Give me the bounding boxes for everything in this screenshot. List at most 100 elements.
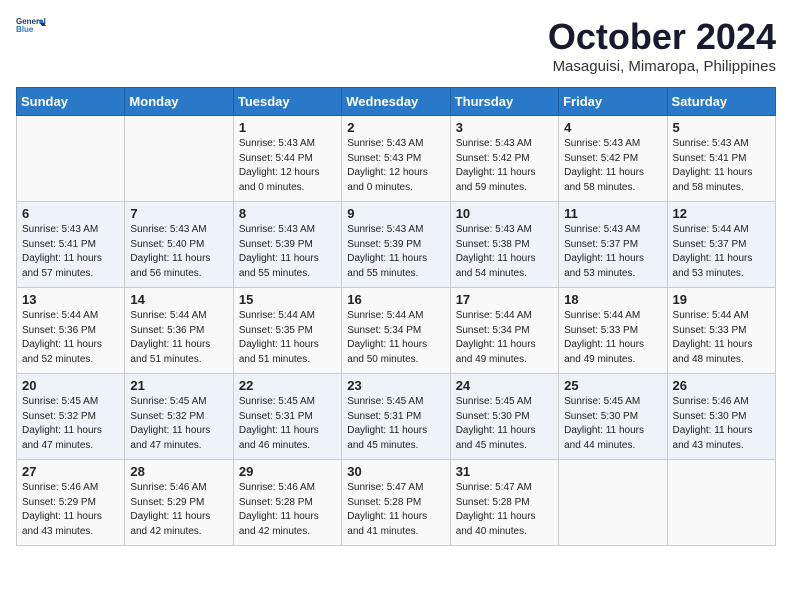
table-row: 30Sunrise: 5:47 AM Sunset: 5:28 PM Dayli…	[342, 460, 450, 546]
table-row: 10Sunrise: 5:43 AM Sunset: 5:38 PM Dayli…	[450, 202, 558, 288]
day-number: 15	[239, 292, 336, 307]
day-number: 20	[22, 378, 119, 393]
day-info: Sunrise: 5:43 AM Sunset: 5:43 PM Dayligh…	[347, 137, 444, 195]
day-number: 2	[347, 120, 444, 135]
day-number: 24	[456, 378, 553, 393]
day-info: Sunrise: 5:46 AM Sunset: 5:30 PM Dayligh…	[673, 395, 770, 453]
svg-text:Blue: Blue	[16, 25, 34, 34]
table-row: 16 Sunrise: 5:44 AM Sunset: 5:34 PM Dayli…	[342, 288, 450, 374]
day-info: Sunrise: 5:46 AM Sunset: 5:29 PM Dayligh…	[22, 481, 119, 539]
table-row: 22 Sunrise: 5:45 AM Sunset: 5:31 PM Dayli…	[233, 374, 341, 460]
table-row: 18Sunrise: 5:44 AM Sunset: 5:33 PM Dayli…	[559, 288, 667, 374]
day-number: 29	[239, 464, 336, 479]
col-saturday: Saturday	[667, 88, 775, 116]
table-row: 2 Sunrise: 5:43 AM Sunset: 5:43 PM Daylig…	[342, 116, 450, 202]
day-info: Sunrise: 5:46 AM Sunset: 5:28 PM Dayligh…	[239, 481, 336, 539]
day-number: 19	[673, 292, 770, 307]
calendar-week-row: 20 Sunrise: 5:45 AM Sunset: 5:32 PM Dayli…	[17, 374, 776, 460]
calendar-week-row: 27Sunrise: 5:46 AM Sunset: 5:29 PM Dayli…	[17, 460, 776, 546]
day-number: 5	[673, 120, 770, 135]
calendar-week-row: 1 Sunrise: 5:43 AM Sunset: 5:44 PM Daylig…	[17, 116, 776, 202]
table-row: 14Sunrise: 5:44 AM Sunset: 5:36 PM Dayli…	[125, 288, 233, 374]
col-monday: Monday	[125, 88, 233, 116]
day-info: Sunrise: 5:47 AM Sunset: 5:28 PM Dayligh…	[456, 481, 553, 539]
day-number: 12	[673, 206, 770, 221]
day-info: Sunrise: 5:44 AM Sunset: 5:34 PM Dayligh…	[456, 309, 553, 367]
day-info: Sunrise: 5:45 AM Sunset: 5:31 PM Dayligh…	[347, 395, 444, 453]
table-row: 15 Sunrise: 5:44 AM Sunset: 5:35 PM Dayli…	[233, 288, 341, 374]
day-info: Sunrise: 5:43 AM Sunset: 5:42 PM Dayligh…	[456, 137, 553, 195]
col-tuesday: Tuesday	[233, 88, 341, 116]
day-number: 31	[456, 464, 553, 479]
day-number: 22	[239, 378, 336, 393]
table-row: 21 Sunrise: 5:45 AM Sunset: 5:32 PM Dayli…	[125, 374, 233, 460]
day-info: Sunrise: 5:43 AM Sunset: 5:42 PM Dayligh…	[564, 137, 661, 195]
table-row	[667, 460, 775, 546]
table-row	[125, 116, 233, 202]
table-row: 27Sunrise: 5:46 AM Sunset: 5:29 PM Dayli…	[17, 460, 125, 546]
day-info: Sunrise: 5:47 AM Sunset: 5:28 PM Dayligh…	[347, 481, 444, 539]
day-info: Sunrise: 5:45 AM Sunset: 5:30 PM Dayligh…	[564, 395, 661, 453]
table-row: 4 Sunrise: 5:43 AM Sunset: 5:42 PM Daylig…	[559, 116, 667, 202]
month-title: October 2024	[548, 16, 776, 58]
table-row: 29 Sunrise: 5:46 AM Sunset: 5:28 PM Dayli…	[233, 460, 341, 546]
col-friday: Friday	[559, 88, 667, 116]
table-row: 6Sunrise: 5:43 AM Sunset: 5:41 PM Daylig…	[17, 202, 125, 288]
day-info: Sunrise: 5:44 AM Sunset: 5:35 PM Dayligh…	[239, 309, 336, 367]
day-info: Sunrise: 5:43 AM Sunset: 5:44 PM Dayligh…	[239, 137, 336, 195]
table-row: 19 Sunrise: 5:44 AM Sunset: 5:33 PM Dayli…	[667, 288, 775, 374]
day-info: Sunrise: 5:45 AM Sunset: 5:32 PM Dayligh…	[130, 395, 227, 453]
day-info: Sunrise: 5:44 AM Sunset: 5:36 PM Dayligh…	[130, 309, 227, 367]
day-number: 6	[22, 206, 119, 221]
day-number: 21	[130, 378, 227, 393]
title-block: October 2024 Masaguisi, Mimaropa, Philip…	[548, 16, 776, 75]
table-row: 9 Sunrise: 5:43 AM Sunset: 5:39 PM Daylig…	[342, 202, 450, 288]
day-number: 23	[347, 378, 444, 393]
day-info: Sunrise: 5:46 AM Sunset: 5:29 PM Dayligh…	[130, 481, 227, 539]
day-info: Sunrise: 5:45 AM Sunset: 5:31 PM Dayligh…	[239, 395, 336, 453]
day-number: 25	[564, 378, 661, 393]
day-number: 18	[564, 292, 661, 307]
day-number: 7	[130, 206, 227, 221]
calendar-table: Sunday Monday Tuesday Wednesday Thursday…	[16, 87, 776, 546]
day-info: Sunrise: 5:45 AM Sunset: 5:30 PM Dayligh…	[456, 395, 553, 453]
day-number: 13	[22, 292, 119, 307]
day-info: Sunrise: 5:43 AM Sunset: 5:40 PM Dayligh…	[130, 223, 227, 281]
table-row: 17 Sunrise: 5:44 AM Sunset: 5:34 PM Dayli…	[450, 288, 558, 374]
col-thursday: Thursday	[450, 88, 558, 116]
day-number: 16	[347, 292, 444, 307]
calendar-week-row: 6Sunrise: 5:43 AM Sunset: 5:41 PM Daylig…	[17, 202, 776, 288]
day-info: Sunrise: 5:43 AM Sunset: 5:39 PM Dayligh…	[239, 223, 336, 281]
day-info: Sunrise: 5:43 AM Sunset: 5:37 PM Dayligh…	[564, 223, 661, 281]
day-number: 3	[456, 120, 553, 135]
day-number: 4	[564, 120, 661, 135]
table-row: 25 Sunrise: 5:45 AM Sunset: 5:30 PM Dayli…	[559, 374, 667, 460]
day-number: 11	[564, 206, 661, 221]
table-row: 26Sunrise: 5:46 AM Sunset: 5:30 PM Dayli…	[667, 374, 775, 460]
table-row: 12Sunrise: 5:44 AM Sunset: 5:37 PM Dayli…	[667, 202, 775, 288]
day-number: 28	[130, 464, 227, 479]
day-number: 9	[347, 206, 444, 221]
logo-icon: General Blue	[16, 16, 46, 34]
table-row: 11 Sunrise: 5:43 AM Sunset: 5:37 PM Dayli…	[559, 202, 667, 288]
table-row: 8Sunrise: 5:43 AM Sunset: 5:39 PM Daylig…	[233, 202, 341, 288]
day-info: Sunrise: 5:43 AM Sunset: 5:38 PM Dayligh…	[456, 223, 553, 281]
table-row: 7 Sunrise: 5:43 AM Sunset: 5:40 PM Daylig…	[125, 202, 233, 288]
table-row: 24 Sunrise: 5:45 AM Sunset: 5:30 PM Dayli…	[450, 374, 558, 460]
day-info: Sunrise: 5:44 AM Sunset: 5:33 PM Dayligh…	[673, 309, 770, 367]
table-row	[559, 460, 667, 546]
day-info: Sunrise: 5:43 AM Sunset: 5:39 PM Dayligh…	[347, 223, 444, 281]
col-wednesday: Wednesday	[342, 88, 450, 116]
page-header: General Blue October 2024 Masaguisi, Mim…	[16, 16, 776, 75]
col-sunday: Sunday	[17, 88, 125, 116]
table-row: 3 Sunrise: 5:43 AM Sunset: 5:42 PM Daylig…	[450, 116, 558, 202]
table-row: 1 Sunrise: 5:43 AM Sunset: 5:44 PM Daylig…	[233, 116, 341, 202]
day-number: 1	[239, 120, 336, 135]
table-row: 13 Sunrise: 5:44 AM Sunset: 5:36 PM Dayli…	[17, 288, 125, 374]
day-info: Sunrise: 5:44 AM Sunset: 5:34 PM Dayligh…	[347, 309, 444, 367]
calendar-week-row: 13 Sunrise: 5:44 AM Sunset: 5:36 PM Dayli…	[17, 288, 776, 374]
day-info: Sunrise: 5:44 AM Sunset: 5:36 PM Dayligh…	[22, 309, 119, 367]
day-number: 17	[456, 292, 553, 307]
table-row: 31 Sunrise: 5:47 AM Sunset: 5:28 PM Dayli…	[450, 460, 558, 546]
day-info: Sunrise: 5:43 AM Sunset: 5:41 PM Dayligh…	[673, 137, 770, 195]
